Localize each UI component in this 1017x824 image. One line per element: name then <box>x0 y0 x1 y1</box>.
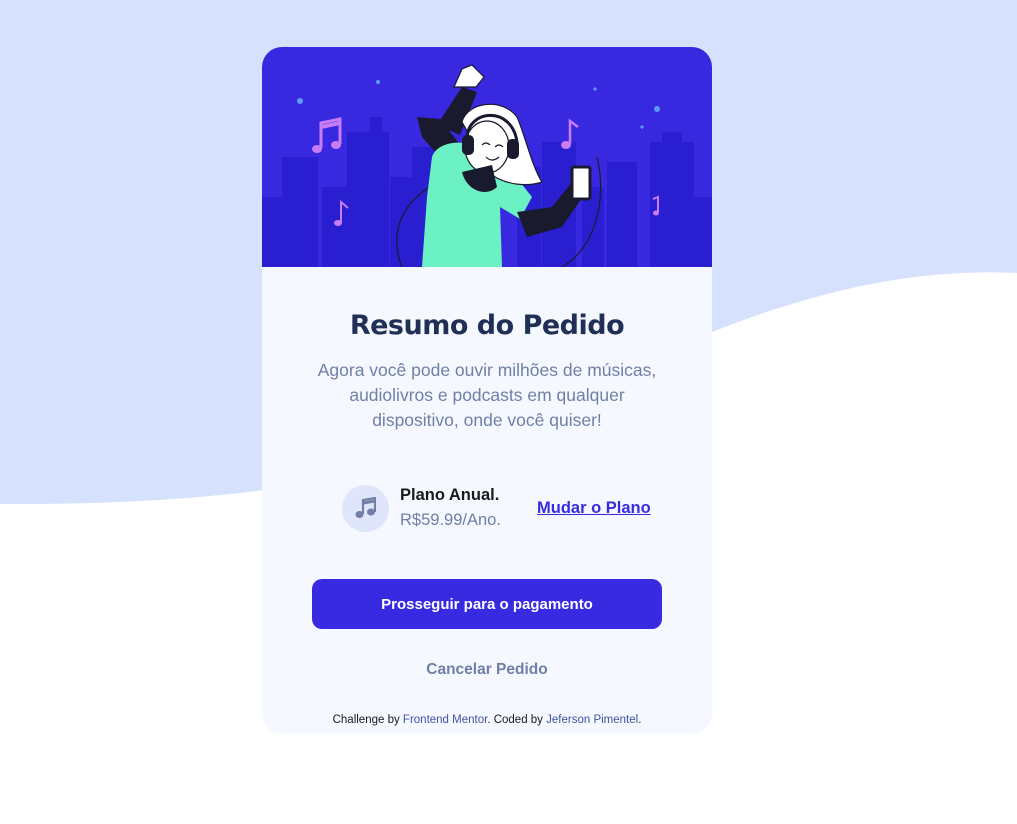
author-link[interactable]: Jeferson Pimentel <box>546 714 638 726</box>
attribution-middle: . Coded by <box>487 714 547 726</box>
attribution: Challenge by Frontend Mentor. Coded by J… <box>262 714 712 726</box>
attribution-suffix: . <box>638 714 642 726</box>
attribution-prefix: Challenge by <box>332 714 403 726</box>
plan-price: R$59.99/Ano. <box>400 511 501 529</box>
page-title: Resumo do Pedido <box>349 310 625 341</box>
frontend-mentor-link[interactable]: Frontend Mentor <box>403 714 487 726</box>
music-note-icon <box>342 485 389 532</box>
proceed-to-payment-button[interactable]: Prosseguir para o pagamento <box>312 579 662 629</box>
change-plan-link[interactable]: Mudar o Plano <box>537 499 651 518</box>
hero-illustration <box>262 47 712 267</box>
order-summary-card: Resumo do Pedido Agora você pode ouvir m… <box>262 47 712 734</box>
plan-name: Plano Anual. <box>400 486 500 504</box>
order-description: Agora você pode ouvir milhões de músicas… <box>317 360 657 430</box>
cancel-order-button[interactable]: Cancelar Pedido <box>387 659 587 681</box>
